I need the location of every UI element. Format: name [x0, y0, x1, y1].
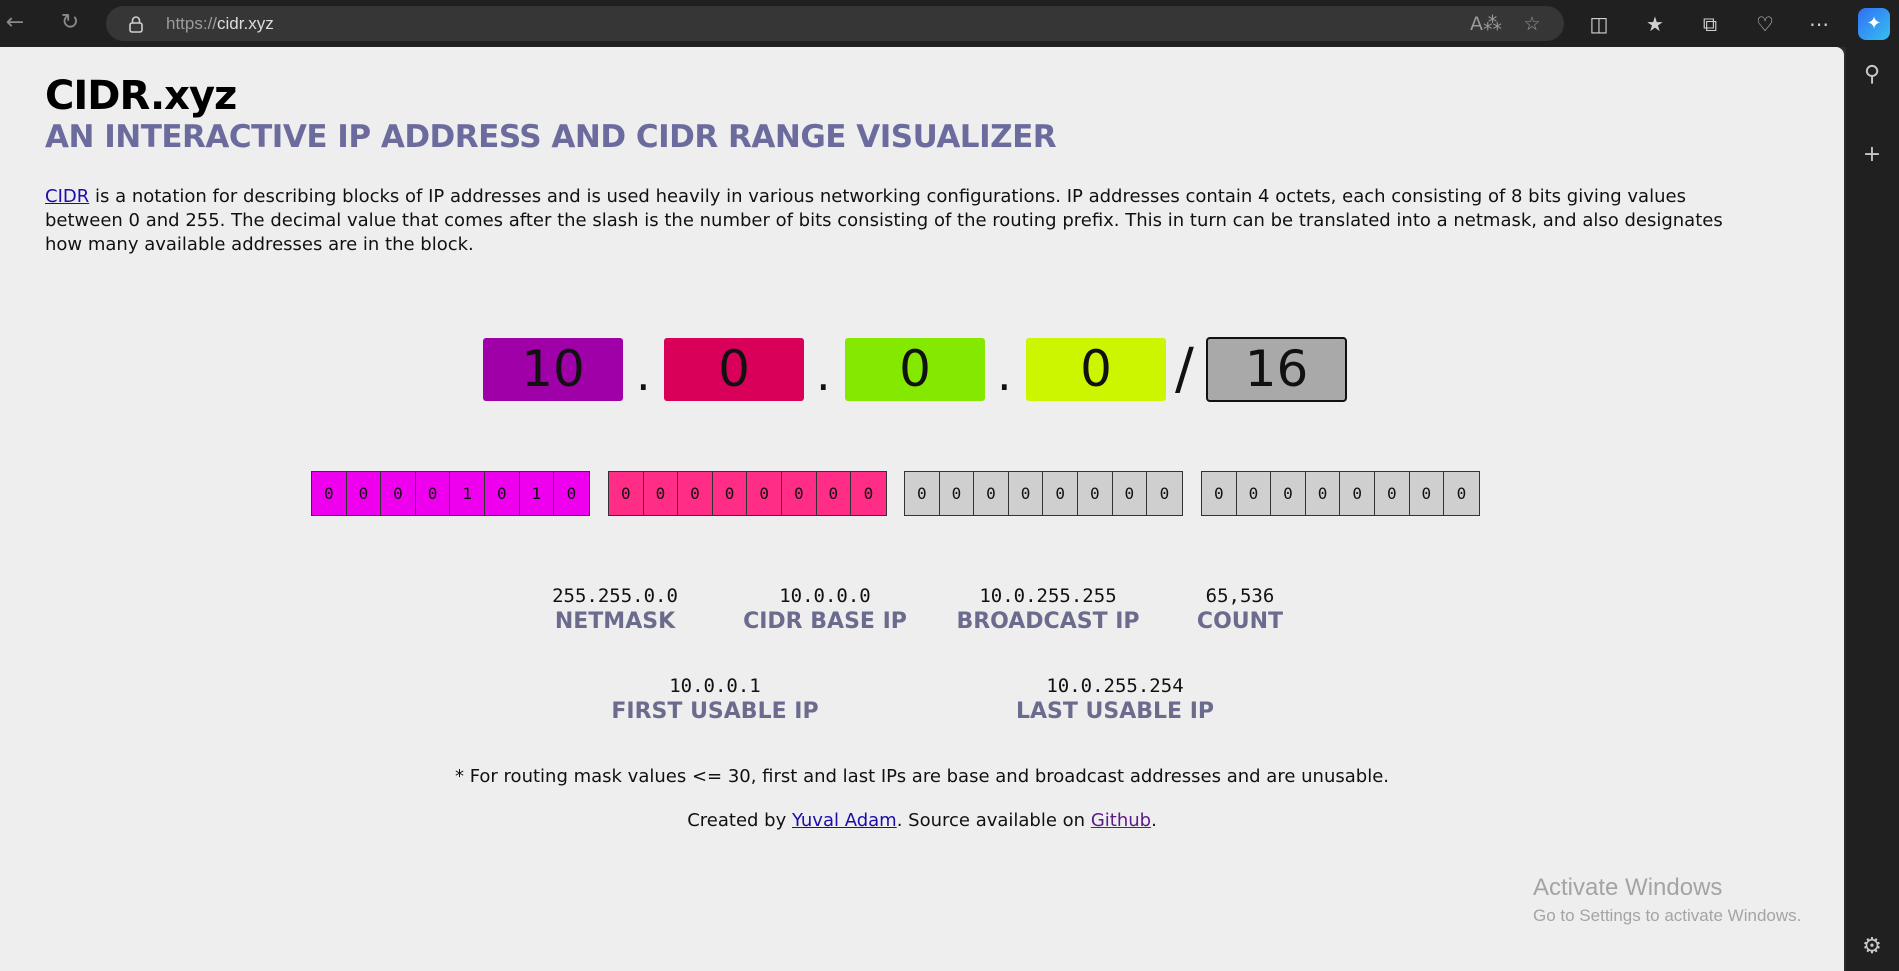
usable-ip-footnote: * For routing mask values <= 30, first a…: [454, 766, 1389, 787]
first-usable-ip-stat: 10.0.0.1 FIRST USABLE IP: [610, 674, 820, 726]
split-screen-icon[interactable]: ◫: [1583, 8, 1615, 40]
base-ip-label: CIDR BASE IP: [743, 609, 907, 634]
bit-cell[interactable]: 0: [485, 472, 520, 515]
bit-cell[interactable]: 0: [416, 472, 451, 515]
credits-prefix: Created by: [687, 810, 792, 831]
octet-3-bits: 00000000: [904, 471, 1183, 516]
bit-cell[interactable]: 0: [381, 472, 416, 515]
octet-4-input[interactable]: 0: [1026, 338, 1166, 401]
broadcast-ip-stat: 10.0.255.255 BROADCAST IP: [948, 584, 1148, 636]
url-text[interactable]: https://cidr.xyz: [166, 6, 274, 41]
bit-cell[interactable]: 0: [1237, 472, 1272, 515]
bit-cell[interactable]: 0: [1078, 472, 1113, 515]
count-stat: 65,536 COUNT: [1180, 584, 1300, 636]
netmask-value: 255.255.0.0: [552, 585, 678, 607]
last-usable-ip-stat: 10.0.255.254 LAST USABLE IP: [1010, 674, 1220, 726]
credits-middle: . Source available on: [896, 810, 1091, 831]
octet-2-input[interactable]: 0: [664, 338, 804, 401]
netmask-stat: 255.255.0.0 NETMASK: [530, 584, 700, 636]
first-usable-ip-value: 10.0.0.1: [669, 675, 761, 697]
browser-sidebar: ⚲ + ⚙: [1846, 47, 1899, 971]
bit-cell[interactable]: 0: [1375, 472, 1410, 515]
last-usable-ip-value: 10.0.255.254: [1046, 675, 1184, 697]
octet-1-input[interactable]: 10: [483, 338, 623, 401]
favorites-icon[interactable]: ★: [1639, 8, 1671, 40]
bit-cell[interactable]: 0: [1306, 472, 1341, 515]
count-label: COUNT: [1196, 609, 1284, 634]
last-usable-ip-label: LAST USABLE IP: [1015, 699, 1215, 724]
add-icon[interactable]: +: [1856, 139, 1888, 171]
bit-cell[interactable]: 0: [1113, 472, 1148, 515]
page-content: CIDR.xyz AN INTERACTIVE IP ADDRESS AND C…: [0, 47, 1844, 971]
bit-cell[interactable]: 0: [1340, 472, 1375, 515]
bit-cell[interactable]: 0: [1444, 472, 1479, 515]
copilot-icon[interactable]: ✦: [1858, 8, 1890, 40]
bit-cell[interactable]: 1: [450, 472, 485, 515]
bit-cell[interactable]: 0: [347, 472, 382, 515]
first-usable-ip-label: FIRST USABLE IP: [611, 699, 819, 724]
bit-cell[interactable]: 0: [1410, 472, 1445, 515]
search-icon[interactable]: ⚲: [1856, 59, 1888, 91]
refresh-icon[interactable]: ↻: [55, 8, 85, 38]
lock-icon[interactable]: [128, 15, 144, 33]
cidr-mask-input[interactable]: 16: [1206, 337, 1347, 402]
address-bar[interactable]: https://cidr.xyz A⁂ ☆: [106, 6, 1564, 41]
cidr-link[interactable]: CIDR: [45, 186, 89, 207]
bit-cell[interactable]: 0: [1043, 472, 1078, 515]
netmask-label: NETMASK: [554, 609, 676, 634]
bit-cell[interactable]: 0: [1202, 472, 1237, 515]
bit-cell[interactable]: 0: [644, 472, 679, 515]
octet-3-input[interactable]: 0: [845, 338, 985, 401]
bit-cell[interactable]: 0: [1009, 472, 1044, 515]
bit-cell[interactable]: 0: [678, 472, 713, 515]
bit-cell[interactable]: 0: [782, 472, 817, 515]
settings-gear-icon[interactable]: ⚙: [1856, 931, 1888, 963]
page-title: CIDR.xyz: [45, 73, 237, 119]
bit-cell[interactable]: 0: [851, 472, 886, 515]
activate-windows-watermark: Activate Windows Go to Settings to activ…: [1533, 873, 1801, 929]
bit-cell[interactable]: 0: [905, 472, 940, 515]
favorite-star-icon[interactable]: ☆: [1518, 10, 1546, 38]
more-icon[interactable]: ⋯: [1803, 8, 1835, 40]
bit-cell[interactable]: 1: [520, 472, 555, 515]
bit-cell[interactable]: 0: [1147, 472, 1182, 515]
intro-paragraph: CIDR is a notation for describing blocks…: [45, 185, 1765, 257]
octet-separator: .: [636, 347, 651, 401]
bit-cell[interactable]: 0: [940, 472, 975, 515]
octet-separator: .: [997, 347, 1012, 401]
bit-cell[interactable]: 0: [974, 472, 1009, 515]
back-arrow-icon[interactable]: ←: [0, 8, 30, 38]
octet-separator: .: [816, 347, 831, 401]
page-subtitle: AN INTERACTIVE IP ADDRESS AND CIDR RANGE…: [45, 119, 1057, 155]
watermark-title: Activate Windows: [1533, 874, 1723, 901]
browser-essentials-icon[interactable]: ♡: [1749, 8, 1781, 40]
browser-toolbar: ← ↻ https://cidr.xyz A⁂ ☆ ◫ ★ ⧉ ♡ ⋯ ✦: [0, 0, 1899, 47]
intro-text: is a notation for describing blocks of I…: [45, 186, 1723, 255]
octet-4-bits: 00000000: [1201, 471, 1480, 516]
octet-1-bits: 00001010: [311, 471, 590, 516]
bit-cell[interactable]: 0: [609, 472, 644, 515]
credits-suffix: .: [1151, 810, 1157, 831]
credits-line: Created by Yuval Adam. Source available …: [0, 810, 1844, 831]
watermark-subtitle: Go to Settings to activate Windows.: [1533, 906, 1802, 925]
base-ip-value: 10.0.0.0: [779, 585, 871, 607]
bit-cell[interactable]: 0: [713, 472, 748, 515]
base-ip-stat: 10.0.0.0 CIDR BASE IP: [740, 584, 910, 636]
broadcast-ip-label: BROADCAST IP: [956, 609, 1140, 634]
author-link[interactable]: Yuval Adam: [792, 810, 897, 831]
bit-cell[interactable]: 0: [1271, 472, 1306, 515]
broadcast-ip-value: 10.0.255.255: [979, 585, 1117, 607]
count-value: 65,536: [1205, 585, 1275, 607]
mask-slash: /: [1175, 337, 1194, 402]
bit-cell[interactable]: 0: [554, 472, 589, 515]
github-link[interactable]: Github: [1091, 810, 1151, 831]
read-aloud-icon[interactable]: A⁂: [1470, 10, 1502, 38]
collections-icon[interactable]: ⧉: [1694, 8, 1726, 40]
octet-2-bits: 00000000: [608, 471, 887, 516]
bit-cell[interactable]: 0: [817, 472, 852, 515]
bit-cell[interactable]: 0: [312, 472, 347, 515]
bit-cell[interactable]: 0: [747, 472, 782, 515]
